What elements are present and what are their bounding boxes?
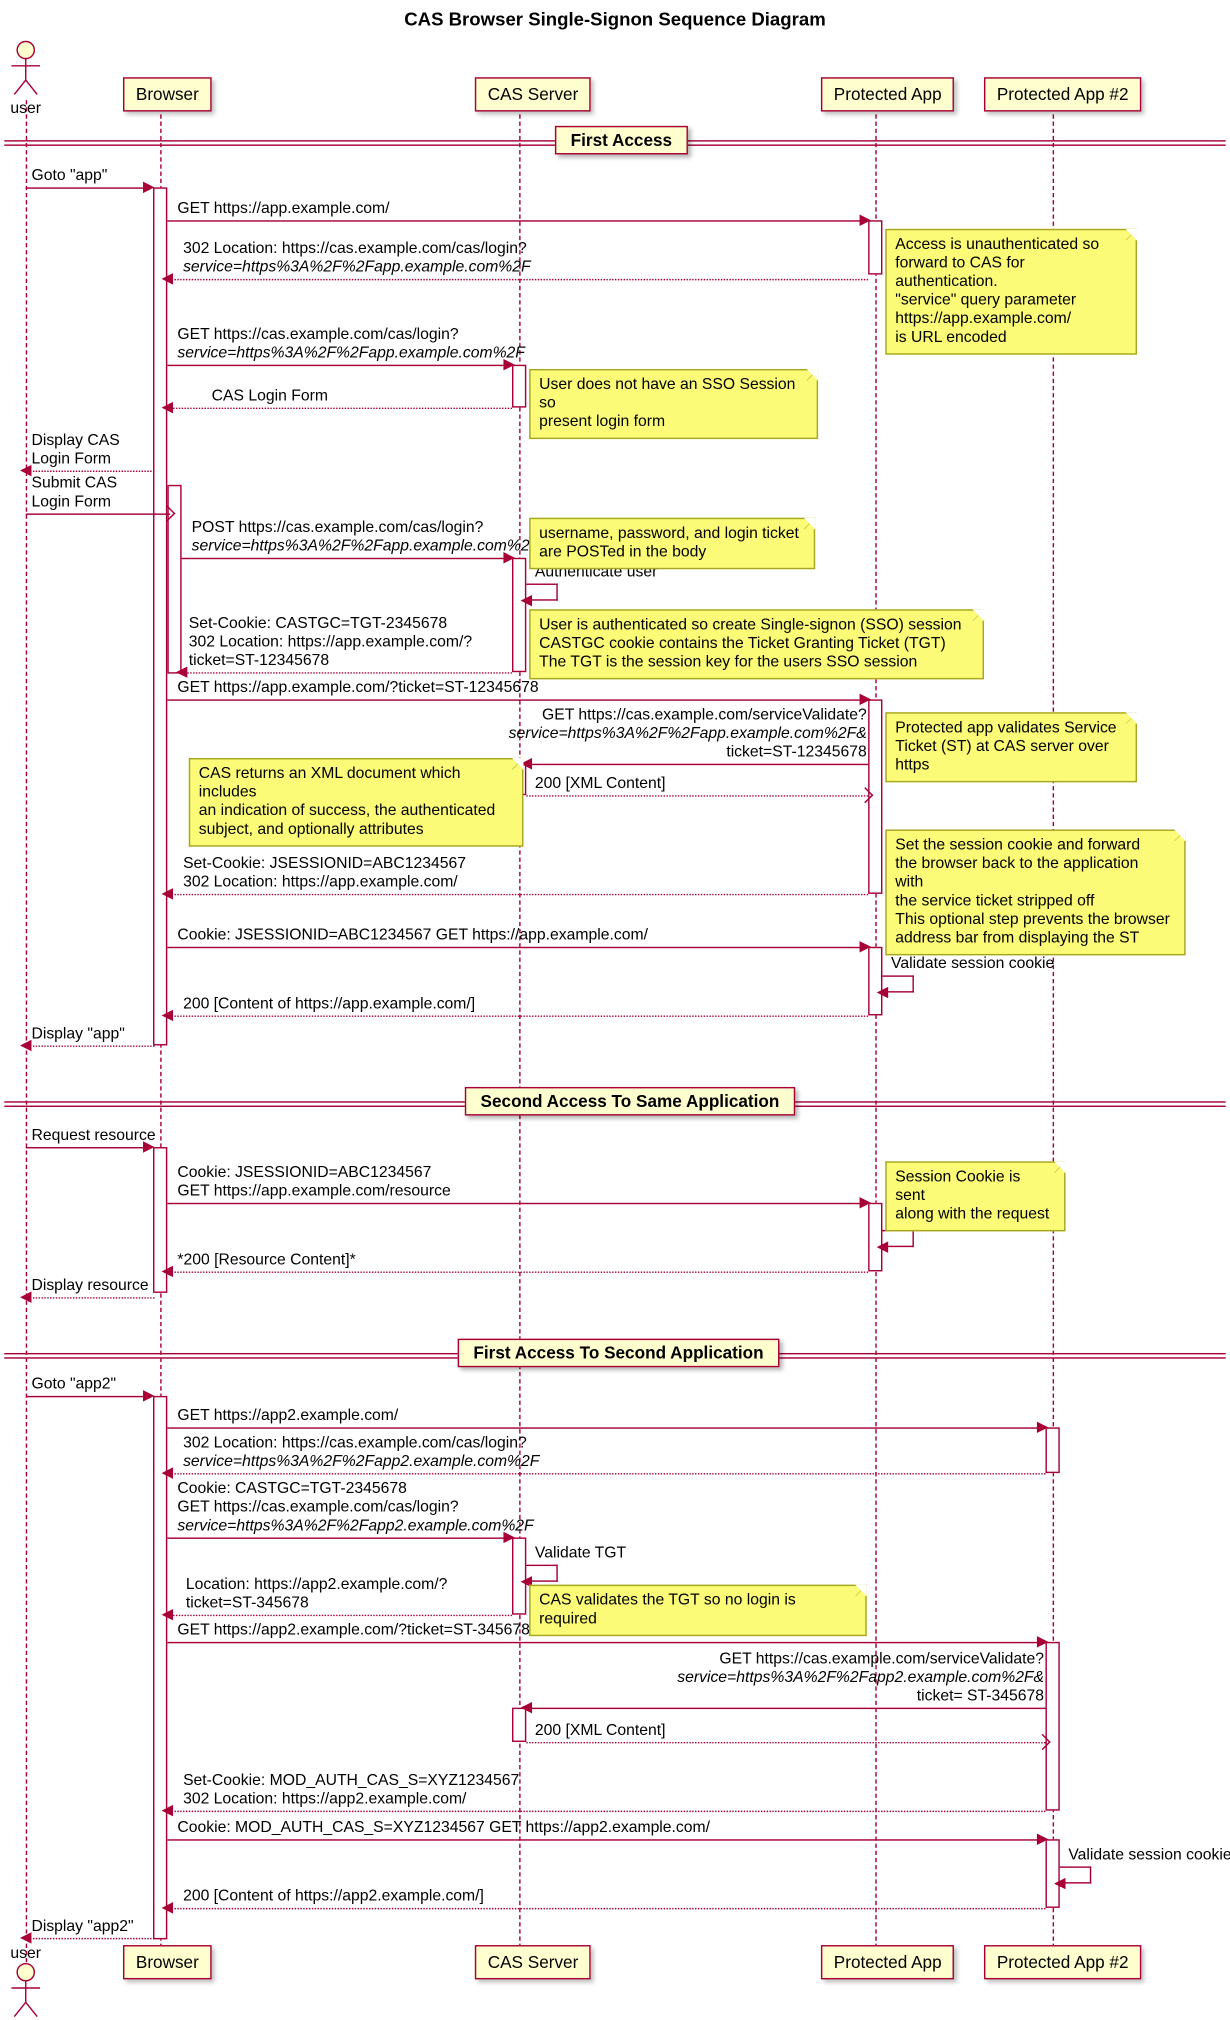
msg-get-app-ticket: GET https://app.example.com/?ticket=ST-1… — [177, 679, 538, 698]
lifeline-user — [26, 100, 27, 1976]
msg-goto-app: Goto "app" — [31, 167, 107, 186]
note-strip-st: Set the session cookie and forwardthe br… — [885, 830, 1185, 956]
msg-set-modauthcas: Set-Cookie: MOD_AUTH_CAS_S=XYZ1234567 30… — [183, 1772, 519, 1809]
activation-app2-2 — [1045, 1642, 1059, 1811]
msg-200-resource: *200 [Resource Content]* — [177, 1251, 355, 1270]
note-tgt: User is authenticated so create Single-s… — [529, 609, 984, 679]
participant-browser-top: Browser — [123, 77, 212, 111]
msg-display-app2: Display "app2" — [31, 1918, 133, 1937]
msg-req-resource: Request resource — [31, 1127, 155, 1146]
msg-get-app2: GET https://app2.example.com/ — [177, 1407, 398, 1426]
msg-goto-app2: Goto "app2" — [31, 1376, 116, 1395]
actor-user-label-bottom: user — [10, 1945, 41, 1962]
note-validate-tgt: CAS validates the TGT so no login is req… — [529, 1585, 867, 1636]
activation-app-3 — [868, 947, 882, 1016]
msg-set-jsessionid: Set-Cookie: JSESSIONID=ABC1234567 302 Lo… — [183, 855, 466, 892]
msg-get-cas-login: GET https://cas.example.com/cas/login? s… — [177, 326, 525, 363]
activation-app2-3 — [1045, 1839, 1059, 1908]
participant-app-bottom: Protected App — [821, 1945, 955, 1979]
note-no-sso: User does not have an SSO Session sopres… — [529, 369, 818, 439]
participant-browser-bottom: Browser — [123, 1945, 212, 1979]
note-post-body: username, password, and login ticketare … — [529, 518, 815, 569]
msg-200-xml-2: 200 [XML Content] — [535, 1722, 666, 1741]
divider-3: First Access To Second Application — [458, 1339, 780, 1368]
activation-app2-1 — [1045, 1427, 1059, 1473]
actor-user-label: user — [10, 100, 41, 117]
diagram-title: CAS Browser Single-Signon Sequence Diagr… — [0, 9, 1230, 30]
divider-1: First Access — [555, 126, 688, 155]
msg-get-app2-ticket: GET https://app2.example.com/?ticket=ST-… — [177, 1622, 530, 1641]
msg-302-cas-login: 302 Location: https://cas.example.com/ca… — [183, 240, 531, 277]
msg-validate-cookie-1: Validate session cookie — [891, 955, 1054, 974]
msg-302-app2-ticket: Location: https://app2.example.com/? tic… — [186, 1576, 448, 1613]
msg-display-app: Display "app" — [31, 1025, 124, 1044]
participant-cas-bottom: CAS Server — [475, 1945, 591, 1979]
participant-app2-top: Protected App #2 — [984, 77, 1141, 111]
msg-cookie-castgc: Cookie: CASTGC=TGT-2345678 GET https://c… — [177, 1480, 533, 1536]
msg-post-login: POST https://cas.example.com/cas/login? … — [192, 519, 540, 556]
activation-app-1 — [868, 220, 882, 274]
divider-2: Second Access To Same Application — [465, 1087, 795, 1116]
msg-submit-login: Submit CASLogin Form — [31, 475, 117, 512]
activation-cas-1 — [512, 365, 526, 408]
msg-cookie-get-app: Cookie: JSESSIONID=ABC1234567 GET https:… — [177, 927, 648, 946]
msg-cas-login-form: CAS Login Form — [212, 388, 328, 407]
note-validate-st: Protected app validates ServiceTicket (S… — [885, 712, 1137, 782]
msg-validate-cookie-3: Validate session cookie — [1068, 1846, 1230, 1865]
note-unauthenticated: Access is unauthenticated soforward to C… — [885, 229, 1137, 355]
participant-app-top: Protected App — [821, 77, 955, 111]
participant-cas-top: CAS Server — [475, 77, 591, 111]
msg-set-castgc: Set-Cookie: CASTGC=TGT-2345678 302 Locat… — [189, 615, 472, 671]
activation-app-4 — [868, 1203, 882, 1272]
msg-cookie-get-resource: Cookie: JSESSIONID=ABC1234567 GET https:… — [177, 1164, 450, 1201]
msg-validate-tgt: Validate TGT — [535, 1545, 626, 1564]
msg-get-app: GET https://app.example.com/ — [177, 200, 389, 219]
actor-user-top: user — [6, 40, 46, 117]
msg-service-validate: GET https://cas.example.com/serviceValid… — [509, 707, 867, 763]
note-session-cookie: Session Cookie is sentalong with the req… — [885, 1161, 1065, 1231]
activation-browser-1 — [153, 187, 167, 1045]
msg-302-cas-app2: 302 Location: https://cas.example.com/ca… — [183, 1434, 539, 1471]
msg-display-resource: Display resource — [31, 1277, 148, 1296]
msg-service-validate-2: GET https://cas.example.com/serviceValid… — [677, 1650, 1044, 1706]
msg-cookie-get-app2: Cookie: MOD_AUTH_CAS_S=XYZ1234567 GET ht… — [177, 1819, 710, 1838]
msg-200-app2-content: 200 [Content of https://app2.example.com… — [183, 1888, 484, 1907]
msg-200-xml: 200 [XML Content] — [535, 775, 666, 794]
msg-200-app-content: 200 [Content of https://app.example.com/… — [183, 995, 475, 1014]
msg-display-login: Display CASLogin Form — [31, 432, 119, 469]
note-xml: CAS returns an XML document which includ… — [189, 758, 524, 847]
actor-user-bottom: user — [6, 1945, 46, 2020]
activation-cas-2 — [512, 558, 526, 672]
participant-app2-bottom: Protected App #2 — [984, 1945, 1141, 1979]
